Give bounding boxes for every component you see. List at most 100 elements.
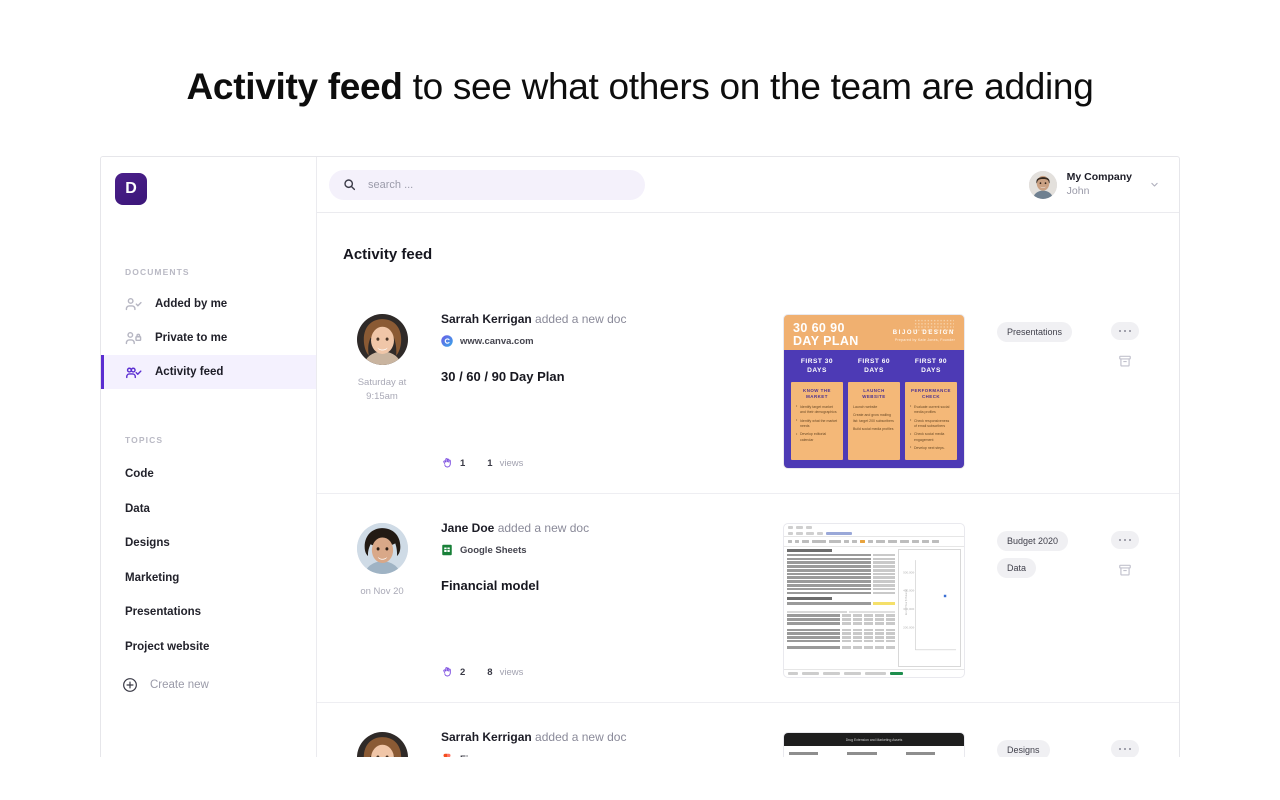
sheet-tab[interactable] <box>823 672 840 675</box>
sidebar-topic-label: Presentations <box>125 606 202 619</box>
figma-frame <box>847 752 900 757</box>
page-title: Activity feed <box>343 246 433 263</box>
thumb-bullet: Identify target market and their demogra… <box>796 404 838 416</box>
more-options-button[interactable] <box>1111 531 1139 549</box>
sheet-tab[interactable] <box>844 672 861 675</box>
doc-thumbnail-sheets[interactable]: 500,000 400,000 300,000 200,000 End of Yea… <box>783 523 965 678</box>
sheet-tab[interactable] <box>788 672 798 675</box>
feed-item[interactable]: on Nov 20 Jane Doe added a new doc Googl… <box>317 493 1179 702</box>
feed-item-doc-title[interactable]: Financial model <box>441 578 783 593</box>
headline-rest: to see what others on the team are addin… <box>402 66 1094 107</box>
toolbar-btn <box>900 539 909 544</box>
feed-item-source[interactable]: www.canva.com <box>441 335 783 347</box>
toolbar-btn <box>888 539 897 544</box>
sheets-menurow <box>788 526 960 529</box>
sidebar-item-added-by-me[interactable]: Added by me <box>101 287 316 321</box>
feed-item-tags: Presentations <box>979 312 1097 469</box>
sidebar-topic-project-website[interactable]: Project website <box>101 630 316 665</box>
sidebar-topic-code[interactable]: Code <box>101 457 316 492</box>
toolbar-btn <box>829 539 841 544</box>
toolbar-btn <box>868 539 873 544</box>
chevron-down-icon <box>1151 182 1158 187</box>
thumb-brand-sub: Prepared by Kate Jones, Founder <box>894 338 955 342</box>
frame-title <box>847 752 877 755</box>
search-placeholder: search ... <box>368 178 414 191</box>
thumb-card-header: KNOW THE MARKET <box>803 387 831 399</box>
feed-item-source[interactable]: Figma <box>441 753 783 757</box>
feed-item-body: Sarrah Kerrigan added a new doc <box>421 312 783 469</box>
sheet-tab[interactable] <box>865 672 886 675</box>
menu-chip <box>788 532 793 535</box>
tag[interactable]: Presentations <box>997 322 1073 342</box>
sheets-row <box>787 621 895 625</box>
like-stat[interactable]: 1 <box>441 457 465 469</box>
feed-item-actor-line: Sarrah Kerrigan added a new doc <box>441 730 783 744</box>
thumb-bullet: Develop next steps. <box>910 445 952 452</box>
feed-item-actor[interactable]: Sarrah Kerrigan <box>441 312 532 326</box>
tag[interactable]: Designs <box>997 740 1050 757</box>
svg-text:End of Year $ Balance: End of Year $ Balance <box>904 589 908 616</box>
user-menu[interactable]: My Company John <box>1028 170 1161 199</box>
tag[interactable]: Budget 2020 <box>997 531 1069 551</box>
thumb-column: FIRST 30 DAYS KNOW THE MARKET Identify t… <box>791 356 843 460</box>
app-logo[interactable]: D <box>115 173 147 205</box>
archive-icon[interactable] <box>1118 354 1132 368</box>
sidebar-topic-label: Data <box>125 502 150 515</box>
sheet-tab-active[interactable] <box>890 672 903 675</box>
doc-thumbnail-figma[interactable]: Drug Extension and Marketing Assets <box>783 732 965 757</box>
feed-item-actor[interactable]: Sarrah Kerrigan <box>441 730 532 744</box>
sheets-grid: 500,000 400,000 300,000 200,000 End of Yea… <box>784 547 964 669</box>
tag[interactable]: Data <box>997 558 1037 578</box>
feed-item-actor[interactable]: Jane Doe <box>441 521 494 535</box>
feed-item-stats: 1 1 views <box>441 431 783 469</box>
sheets-row-highlight <box>787 602 895 605</box>
feed-item-tags: Budget 2020 Data <box>979 521 1097 678</box>
dot <box>1128 747 1132 751</box>
chart-svg: 500,000400,000 300,000200,000 End of Yea… <box>903 560 956 651</box>
feed-item-source[interactable]: Google Sheets <box>441 544 783 556</box>
like-stat[interactable]: 2 <box>441 666 465 678</box>
canva-icon <box>441 335 453 347</box>
views-label: views <box>499 666 524 678</box>
sidebar-topic-label: Code <box>125 468 154 481</box>
toolbar-btn <box>844 539 849 544</box>
feed-item-tags: Designs Marketing <box>979 730 1097 757</box>
avatar <box>356 314 408 365</box>
more-options-button[interactable] <box>1111 740 1139 757</box>
figma-icon <box>443 753 451 757</box>
logo-letter: D <box>125 180 137 197</box>
search-input[interactable]: search ... <box>329 169 645 200</box>
google-sheets-icon <box>442 544 452 556</box>
figma-frame <box>905 752 959 757</box>
avatar-john-image <box>1028 170 1057 199</box>
thumb-bullet: Develop editorial calendar <box>796 432 838 443</box>
sidebar-topic-marketing[interactable]: Marketing <box>101 561 316 596</box>
feed-item[interactable]: Sarrah Kerrigan added a new doc Drug Ext… <box>317 702 1179 757</box>
sidebar-item-label: Private to me <box>155 332 228 344</box>
sheets-section-title <box>787 597 833 600</box>
archive-icon[interactable] <box>1118 563 1132 577</box>
sidebar-item-private-to-me[interactable]: Private to me <box>101 321 316 355</box>
toolbar-btn <box>802 539 809 544</box>
figma-frame <box>789 752 842 757</box>
activity-feed-list: Saturday at 9:15am Sarrah Kerrigan added… <box>317 285 1179 757</box>
sheets-row <box>787 636 895 639</box>
sidebar-item-activity-feed[interactable]: Activity feed <box>101 355 316 389</box>
feed-item-doc-title[interactable]: 30 / 60 / 90 Day Plan <box>441 369 783 384</box>
sidebar-topic-data[interactable]: Data <box>101 492 316 527</box>
doc-thumbnail-canva[interactable]: 30 60 90 DAY PLAN BIJOU DESIGN Prepared … <box>783 314 965 469</box>
sheets-row <box>787 639 895 643</box>
sidebar-topic-presentations[interactable]: Presentations <box>101 595 316 630</box>
feed-item-meta: on Nov 20 <box>343 521 421 678</box>
sheets-embedded-chart: 500,000 400,000 300,000 200,000 End of Yea… <box>897 549 961 667</box>
sheets-row <box>787 610 895 614</box>
sheets-row <box>787 587 895 591</box>
feed-item-action: added a new doc <box>497 521 590 535</box>
more-options-button[interactable] <box>1111 322 1139 340</box>
create-new-button[interactable]: Create new <box>101 668 316 702</box>
content-scroll-area[interactable]: Activity feed Saturday at 9:15am Sarrah … <box>317 213 1179 757</box>
sheet-tab[interactable] <box>802 672 819 675</box>
toolbar-btn <box>912 539 919 544</box>
feed-item[interactable]: Saturday at 9:15am Sarrah Kerrigan added… <box>317 285 1179 493</box>
sidebar-topic-designs[interactable]: Designs <box>101 526 316 561</box>
